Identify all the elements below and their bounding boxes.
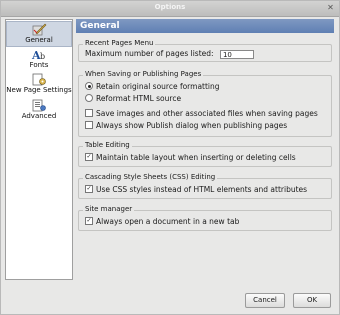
use-css-option[interactable]: ✓ Use CSS styles instead of HTML elements… <box>85 185 307 195</box>
page-settings-icon <box>32 73 46 86</box>
option-label: Use CSS styles instead of HTML elements … <box>96 185 308 194</box>
category-list: General A b Fonts New Page Settings Adva… <box>5 19 73 280</box>
sidebar-item-label: New Page Settings <box>6 86 72 94</box>
checkbox[interactable]: ✓ <box>85 217 93 225</box>
css-editing-group: Cascading Style Sheets (CSS) Editing ✓ Us… <box>78 173 332 199</box>
sidebar-item-label: Fonts <box>29 61 49 69</box>
option-label: Retain original source formatting <box>96 82 220 91</box>
cancel-button[interactable]: Cancel <box>245 293 285 308</box>
option-label: Save images and other associated files w… <box>96 109 318 118</box>
options-dialog: Options ✕ General A b Fonts New Page Set… <box>0 0 340 315</box>
ok-button[interactable]: OK <box>293 293 331 308</box>
advanced-icon <box>32 99 46 112</box>
saving-group: When Saving or Publishing Pages Retain o… <box>78 70 332 137</box>
checkbox[interactable]: ✓ <box>85 185 93 193</box>
option-label: Always open a document in a new tab <box>96 217 240 226</box>
close-icon[interactable]: ✕ <box>326 4 335 12</box>
max-pages-label: Maximum number of pages listed: <box>85 49 214 58</box>
group-title: Table Editing <box>83 141 132 149</box>
group-title: Cascading Style Sheets (CSS) Editing <box>83 173 218 181</box>
maintain-table-option[interactable]: ✓ Maintain table layout when inserting or… <box>85 153 296 163</box>
sidebar-item-advanced[interactable]: Advanced <box>6 99 72 123</box>
checkbox[interactable]: ✓ <box>85 153 93 161</box>
checkbox[interactable] <box>85 121 93 129</box>
new-tab-option[interactable]: ✓ Always open a document in a new tab <box>85 217 239 227</box>
table-editing-group: Table Editing ✓ Maintain table layout whe… <box>78 141 332 167</box>
sidebar-item-fonts[interactable]: A b Fonts <box>6 48 72 72</box>
window-title: Options <box>154 3 186 11</box>
group-title: When Saving or Publishing Pages <box>83 70 204 78</box>
sidebar-item-label: Advanced <box>21 112 57 120</box>
title-bar[interactable]: Options ✕ <box>1 1 339 17</box>
font-icon: A b <box>31 49 45 61</box>
option-label: Reformat HTML source <box>96 94 182 103</box>
sidebar-item-label: General <box>25 36 53 44</box>
sidebar-item-new-page-settings[interactable]: New Page Settings <box>6 73 72 97</box>
retain-formatting-option[interactable]: Retain original source formatting <box>85 82 220 92</box>
sidebar-item-general[interactable]: General <box>6 21 72 47</box>
option-label: Maintain table layout when inserting or … <box>96 153 296 162</box>
panel-header: General <box>76 19 334 33</box>
save-images-option[interactable]: Save images and other associated files w… <box>85 109 318 119</box>
max-pages-row: Maximum number of pages listed: 10 <box>85 49 254 59</box>
settings-panel: General Recent Pages Menu Maximum number… <box>76 19 334 278</box>
max-pages-input[interactable]: 10 <box>219 49 254 59</box>
site-manager-group: Site manager ✓ Always open a document in … <box>78 205 332 231</box>
checkbox[interactable] <box>85 109 93 117</box>
pen-icon <box>32 23 47 36</box>
radio-button[interactable] <box>85 82 93 90</box>
radio-button[interactable] <box>85 94 93 102</box>
recent-pages-group: Recent Pages Menu Maximum number of page… <box>78 39 332 62</box>
option-label: Always show Publish dialog when publishi… <box>96 121 288 130</box>
group-title: Recent Pages Menu <box>83 39 156 47</box>
svg-text:b: b <box>40 52 45 61</box>
reformat-html-option[interactable]: Reformat HTML source <box>85 94 181 104</box>
show-publish-option[interactable]: Always show Publish dialog when publishi… <box>85 121 287 131</box>
group-title: Site manager <box>83 205 135 213</box>
